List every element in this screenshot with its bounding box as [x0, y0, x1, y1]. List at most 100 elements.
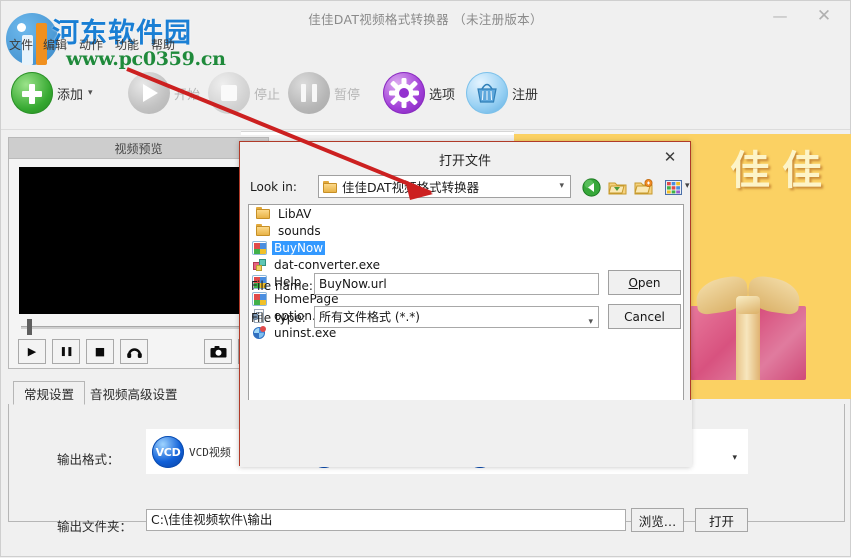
- chevron-down-icon[interactable]: ▾: [559, 181, 564, 191]
- dialog-title: 打开文件: [438, 154, 491, 169]
- uninstaller-icon: [252, 325, 267, 340]
- chevron-down-icon[interactable]: ▾: [685, 181, 690, 191]
- open-button-accel: O: [628, 275, 638, 290]
- chevron-down-icon[interactable]: ▾: [732, 453, 737, 463]
- player-pause-button[interactable]: ❚❚: [52, 339, 80, 364]
- folder-up-icon: [607, 182, 626, 194]
- lookin-combobox[interactable]: 佳佳DAT视频格式转换器 ▾: [318, 175, 571, 198]
- menu-item-help[interactable]: 帮助: [147, 34, 179, 55]
- file-name: BuyNow: [272, 240, 326, 255]
- view-mode-button[interactable]: [662, 176, 684, 198]
- dialog-bottom-form: [240, 400, 692, 467]
- pause-icon: ❚❚: [59, 346, 73, 357]
- lookin-row: Look in: 佳佳DAT视频格式转换器 ▾ ▾: [248, 175, 690, 200]
- stop-button[interactable]: 停止: [208, 69, 280, 117]
- format-option-vcd-label: VCD视频: [189, 446, 231, 459]
- stop-icon: ■: [94, 345, 106, 358]
- plus-icon: [11, 72, 53, 114]
- promo-brand-title: 佳佳: [730, 148, 834, 194]
- player-play-button[interactable]: ▶: [18, 339, 46, 364]
- list-item[interactable]: BuyNow: [249, 239, 683, 256]
- grid-view-icon: [664, 179, 682, 195]
- menu-item-action[interactable]: 动作: [75, 34, 107, 55]
- add-button-label: 添加: [57, 87, 84, 103]
- file-type-combobox[interactable]: 所有文件格式 (*.*) ▾: [314, 306, 599, 328]
- application-window: 佳佳DAT视频格式转换器 （未注册版本） — ✕ 河东软件园 www.pc035…: [0, 0, 851, 557]
- options-button-label: 选项: [429, 87, 456, 103]
- seek-track: [21, 326, 257, 329]
- tab-general-settings[interactable]: 常规设置: [13, 381, 86, 405]
- url-shortcut-icon: [252, 240, 267, 255]
- video-preview-group: 视频预览 ▶ ❚❚ ■: [8, 137, 269, 369]
- output-format-label: 输出格式：: [57, 452, 120, 467]
- player-loop-button[interactable]: [120, 339, 148, 364]
- back-button[interactable]: [580, 176, 602, 198]
- back-arrow-icon: [581, 177, 601, 197]
- start-button-label: 开始: [174, 87, 201, 103]
- file-name: dat-converter.exe: [274, 257, 380, 272]
- file-type-value: 所有文件格式 (*.*): [319, 310, 420, 324]
- add-button[interactable]: 添加 ▾: [11, 69, 93, 117]
- pause-button-label: 暂停: [334, 87, 361, 103]
- file-name-label: File name:: [251, 279, 313, 293]
- vcd-disc-icon: VCD: [152, 436, 184, 468]
- file-name-input[interactable]: BuyNow.url: [314, 273, 599, 295]
- executable-icon: [252, 258, 267, 272]
- chevron-down-icon[interactable]: ▾: [88, 88, 93, 98]
- video-preview-caption: 视频预览: [9, 138, 268, 159]
- menu-item-function[interactable]: 功能: [111, 34, 143, 55]
- lookin-value: 佳佳DAT视频格式转换器: [342, 180, 480, 195]
- chevron-down-icon[interactable]: ▾: [588, 312, 593, 332]
- start-button[interactable]: 开始: [128, 69, 200, 117]
- gift-box-icon: [690, 274, 806, 380]
- camera-icon: [210, 345, 226, 357]
- headphone-icon: [126, 348, 142, 358]
- file-name: sounds: [278, 223, 321, 238]
- parent-folder-button[interactable]: [606, 176, 628, 198]
- options-button[interactable]: 选项: [383, 69, 455, 117]
- play-icon: [128, 72, 170, 114]
- dialog-open-button[interactable]: Open: [608, 270, 681, 295]
- browse-button[interactable]: 浏览…: [631, 508, 684, 532]
- basket-icon: [466, 72, 508, 114]
- pause-button[interactable]: 暂停: [288, 69, 360, 117]
- main-toolbar: 添加 ▾ 开始 停止 暂停 选项 注册: [1, 57, 850, 130]
- format-option-vcd[interactable]: VCD VCD视频: [152, 436, 231, 468]
- folder-icon: [256, 223, 271, 238]
- folder-icon: [256, 206, 271, 221]
- folder-icon: [323, 180, 337, 193]
- player-snapshot-button[interactable]: [204, 339, 232, 364]
- list-item[interactable]: LibAV: [249, 205, 683, 222]
- dialog-cancel-button[interactable]: Cancel: [608, 304, 681, 329]
- seek-thumb[interactable]: [27, 319, 32, 335]
- close-button[interactable]: ✕: [802, 1, 846, 31]
- video-preview-surface[interactable]: [19, 167, 259, 314]
- new-folder-button[interactable]: [632, 176, 654, 198]
- lookin-label: Look in:: [250, 180, 297, 194]
- list-item[interactable]: sounds: [249, 222, 683, 239]
- stop-button-label: 停止: [254, 87, 281, 103]
- file-type-label: File type:: [251, 311, 306, 325]
- dialog-close-icon[interactable]: ✕: [656, 146, 684, 168]
- menu-item-edit[interactable]: 编辑: [39, 34, 71, 55]
- output-folder-label: 输出文件夹：: [57, 519, 133, 534]
- new-folder-icon: [633, 178, 652, 194]
- gear-icon: [383, 72, 425, 114]
- menu-item-file[interactable]: 文件: [5, 34, 37, 55]
- register-button-label: 注册: [512, 87, 539, 103]
- register-button[interactable]: 注册: [466, 69, 538, 117]
- minimize-button[interactable]: —: [758, 1, 802, 31]
- tab-av-advanced-settings[interactable]: 音视频高级设置: [79, 381, 189, 405]
- seek-slider[interactable]: [19, 318, 259, 336]
- open-file-dialog: 打开文件 ✕ Look in: 佳佳DAT视频格式转换器 ▾ ▾ LibAV s…: [239, 141, 692, 467]
- play-icon: ▶: [27, 345, 37, 358]
- panel-top-divider: [241, 131, 514, 135]
- file-name: LibAV: [278, 206, 312, 221]
- menubar: 文件 编辑 动作 功能 帮助: [1, 34, 850, 54]
- output-folder-input[interactable]: C:\佳佳视频软件\输出: [146, 509, 626, 531]
- stop-icon: [208, 72, 250, 114]
- open-button-rest: pen: [637, 275, 661, 290]
- open-folder-button[interactable]: 打开: [695, 508, 748, 532]
- url-shortcut-icon: [252, 291, 267, 306]
- player-stop-button[interactable]: ■: [86, 339, 114, 364]
